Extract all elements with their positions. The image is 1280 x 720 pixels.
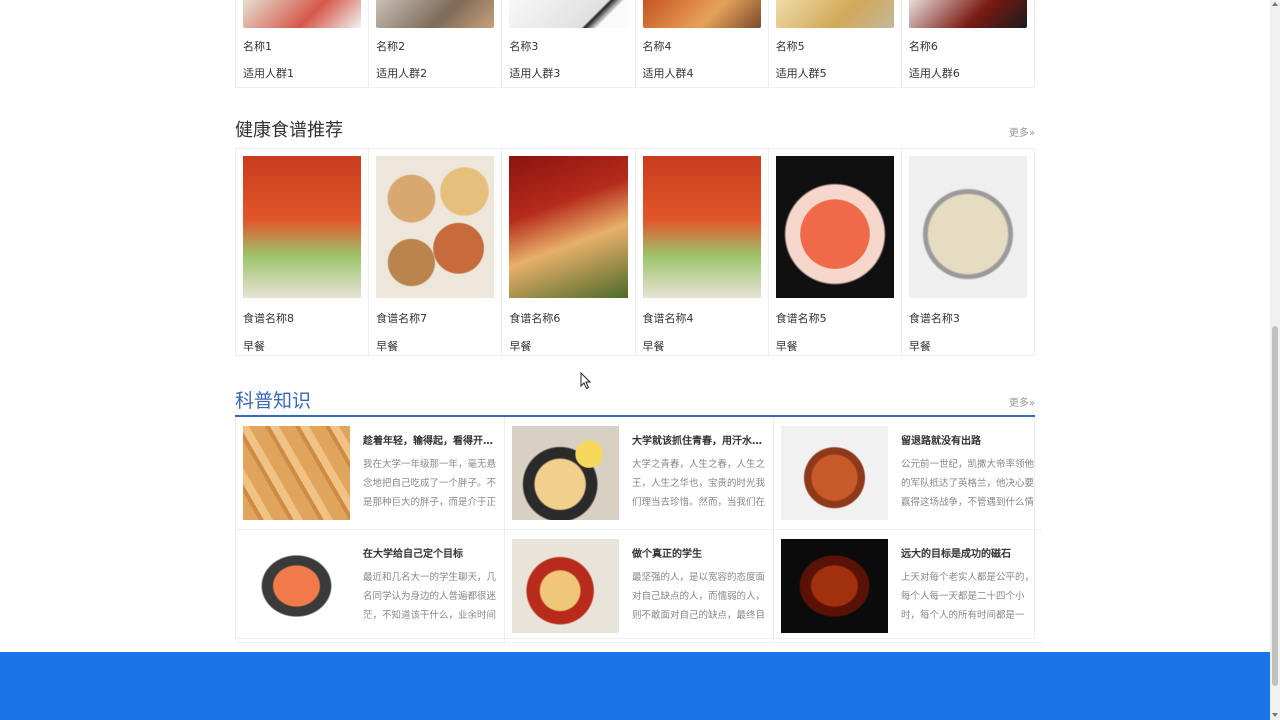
card-name[interactable]: 名称6: [909, 38, 1027, 54]
article-title[interactable]: 在大学给自己定个目标: [363, 545, 497, 560]
recipe-card[interactable]: 食谱名称4 早餐: [636, 149, 769, 355]
section-title: 科普知识: [235, 390, 312, 412]
food-image[interactable]: [243, 156, 362, 298]
recipes-header: 健康食谱推荐 更多»: [235, 116, 1035, 144]
card-group: 适用人群1: [243, 67, 294, 80]
recipe-card[interactable]: 食谱名称8 早餐: [236, 149, 370, 355]
article-item[interactable]: 大学就该抓住青春，用汗水实... 大学之青春，人生之春，人生之王，人生之华也，宝…: [505, 417, 774, 530]
article-grid: 趁着年轻，输得起，看得开，... 我在大学一年级那一年，毫无悬念地把自己吃成了一…: [235, 417, 1042, 643]
card[interactable]: 名称5 适用人群5: [769, 0, 902, 87]
recipe-name[interactable]: 食谱名称5: [776, 310, 894, 326]
food-image[interactable]: [642, 156, 761, 298]
card[interactable]: 名称4 适用人群4: [636, 0, 769, 87]
food-image[interactable]: [775, 156, 894, 298]
card-group: 适用人群4: [642, 67, 694, 80]
article-image[interactable]: [781, 539, 888, 633]
food-image[interactable]: [908, 156, 1028, 298]
card[interactable]: 名称3 适用人群3: [502, 0, 636, 87]
article-item[interactable]: 远大的目标是成功的磁石 上天对每个老实人都是公平的，每个人每一天都是二十四个小时…: [774, 530, 1042, 643]
card-group: 适用人群3: [509, 67, 561, 80]
article-title[interactable]: 做个真正的学生: [632, 545, 766, 560]
recipe-meal: 早餐: [509, 340, 532, 353]
footer: [0, 652, 1270, 720]
section-title: 健康食谱推荐: [235, 120, 343, 141]
article-summary: 最近和几名大一的学生聊天，几名同学认为身边的人普遍都很迷茫，不知道该干什么，业余…: [363, 572, 497, 621]
recipe-meal: 早餐: [775, 340, 798, 353]
scroll-up-arrow-icon[interactable]: [1272, 2, 1278, 6]
card-group: 适用人群2: [376, 67, 428, 80]
article-image[interactable]: [512, 426, 619, 520]
food-image[interactable]: [642, 0, 761, 28]
article-summary: 我在大学一年级那一年，毫无悬念地把自己吃成了一个胖子。不是那种巨大的胖子，而是介…: [363, 459, 497, 508]
article-image[interactable]: [512, 539, 619, 633]
card-group: 适用人群6: [908, 67, 960, 80]
card-name[interactable]: 名称2: [376, 38, 494, 54]
card-name[interactable]: 名称4: [643, 38, 761, 54]
recipe-name[interactable]: 食谱名称4: [643, 310, 761, 326]
article-image[interactable]: [781, 426, 888, 520]
food-image[interactable]: [509, 0, 628, 28]
recipe-card[interactable]: 食谱名称6 早餐: [502, 149, 636, 355]
card-group: 适用人群5: [775, 67, 827, 80]
food-image[interactable]: [908, 0, 1028, 28]
recipe-meal: 早餐: [642, 340, 665, 353]
article-title[interactable]: 远大的目标是成功的磁石: [901, 545, 1035, 560]
food-image[interactable]: [376, 0, 495, 28]
article-summary: 上天对每个老实人都是公平的，每个人每一天都是二十四个小时，每个人的所有时间都是一: [901, 572, 1035, 621]
food-image[interactable]: [243, 0, 362, 28]
article-summary: 大学之青春，人生之春，人生之王，人生之华也，宝贵的时光我们理当去珍惜。然而，当我…: [632, 459, 766, 508]
recipe-name[interactable]: 食谱名称3: [909, 310, 1027, 326]
card-name[interactable]: 名称5: [776, 38, 894, 54]
article-title[interactable]: 留退路就没有出路: [901, 432, 1035, 447]
recipe-meal: 早餐: [376, 340, 399, 353]
recipe-meal: 早餐: [243, 340, 265, 353]
recipe-card[interactable]: 食谱名称7 早餐: [369, 149, 503, 355]
page: 名称1 适用人群1 名称2 适用人群2 名称3 适用人群3 名称4 适用人群4 …: [0, 0, 1280, 720]
article-image[interactable]: [243, 539, 350, 633]
card[interactable]: 名称1 适用人群1: [236, 0, 370, 87]
food-image[interactable]: [376, 156, 495, 298]
mouse-cursor-icon: [580, 371, 592, 394]
more-link[interactable]: 更多»: [1009, 394, 1035, 409]
article-item[interactable]: 留退路就没有出路 公元前一世纪，凯撒大帝率领他的军队抵达了英格兰，他决心要赢得这…: [774, 417, 1042, 530]
scroll-down-arrow-icon[interactable]: [1272, 713, 1278, 717]
scroll-thumb[interactable]: [1272, 326, 1278, 686]
recipe-meal: 早餐: [908, 340, 931, 353]
article-item[interactable]: 趁着年轻，输得起，看得开，... 我在大学一年级那一年，毫无悬念地把自己吃成了一…: [236, 417, 505, 530]
recipe-card-row: 食谱名称8 早餐 食谱名称7 早餐 食谱名称6 早餐 食谱名称4 早餐 食谱名称…: [235, 148, 1035, 356]
recipe-name[interactable]: 食谱名称7: [376, 310, 494, 326]
article-summary: 公元前一世纪，凯撒大帝率领他的军队抵达了英格兰，他决心要赢得这场战争，不管遇到什…: [901, 459, 1035, 508]
food-image[interactable]: [509, 156, 628, 298]
scrollbar[interactable]: [1270, 0, 1280, 720]
science-header: 科普知识 更多»: [235, 386, 1035, 414]
article-title[interactable]: 大学就该抓住青春，用汗水实...: [632, 432, 766, 447]
article-item[interactable]: 做个真正的学生 最坚强的人，是以宽容的态度面对自己缺点的人，而懦弱的人，则不敢面…: [505, 530, 774, 643]
recipe-name[interactable]: 食谱名称6: [509, 310, 627, 326]
card[interactable]: 名称2 适用人群2: [369, 0, 503, 87]
more-link[interactable]: 更多»: [1009, 124, 1035, 139]
recipe-card[interactable]: 食谱名称5 早餐: [769, 149, 902, 355]
article-image[interactable]: [243, 426, 350, 520]
card-name[interactable]: 名称3: [509, 38, 627, 54]
food-image[interactable]: [775, 0, 894, 28]
article-summary: 最坚强的人，是以宽容的态度面对自己缺点的人，而懦弱的人，则不敢面对自己的缺点，最…: [632, 572, 766, 621]
article-item[interactable]: 在大学给自己定个目标 最近和几名大一的学生聊天，几名同学认为身边的人普遍都很迷茫…: [236, 530, 505, 643]
recipe-name[interactable]: 食谱名称8: [243, 310, 361, 326]
article-title[interactable]: 趁着年轻，输得起，看得开，...: [363, 432, 497, 447]
card-name[interactable]: 名称1: [243, 38, 361, 54]
top-card-row: 名称1 适用人群1 名称2 适用人群2 名称3 适用人群3 名称4 适用人群4 …: [235, 0, 1035, 88]
card[interactable]: 名称6 适用人群6: [902, 0, 1034, 87]
recipe-card[interactable]: 食谱名称3 早餐: [902, 149, 1034, 355]
